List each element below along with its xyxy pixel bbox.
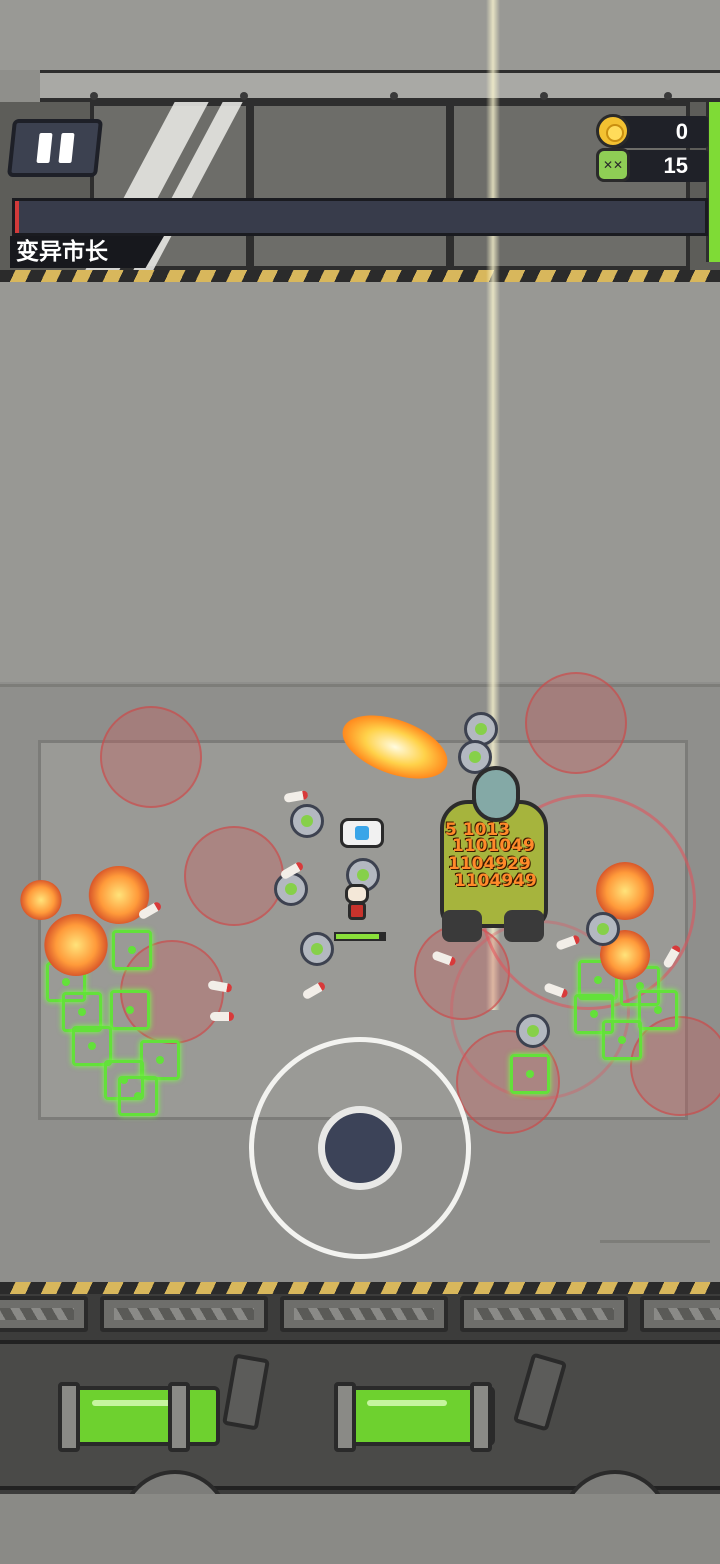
- damage-number: 1101049: [452, 836, 535, 856]
- target-reticle: [602, 1020, 642, 1060]
- bolt: [390, 92, 398, 100]
- bottom-floor: [0, 1494, 720, 1564]
- truss: [280, 1296, 448, 1332]
- boss-health-bar: [12, 198, 708, 236]
- hazard-stripe: [0, 270, 720, 282]
- bolt: [540, 92, 548, 100]
- floor-seam: [600, 1240, 710, 1243]
- player-health-bar: [334, 932, 386, 941]
- target-reticle: [112, 930, 152, 970]
- bolt: [90, 92, 98, 100]
- boss-head: [472, 766, 520, 822]
- companion-drone: [340, 818, 384, 848]
- truss: [640, 1296, 720, 1332]
- explosion: [20, 880, 62, 920]
- tank-cap: [168, 1382, 190, 1452]
- player-body: [348, 902, 366, 920]
- truss: [0, 1296, 88, 1332]
- player-health-fill: [336, 934, 380, 939]
- top-rail: [40, 70, 720, 102]
- joystick-knob[interactable]: [318, 1106, 402, 1190]
- green-pipe: [706, 102, 720, 262]
- coin-count: 0: [675, 119, 688, 144]
- target-reticle: [140, 1040, 180, 1080]
- tank-cap: [334, 1382, 356, 1452]
- player-character: [340, 884, 374, 924]
- player-head: [345, 884, 369, 904]
- tank-cap: [470, 1382, 492, 1452]
- virtual-joystick[interactable]: [249, 1037, 471, 1259]
- target-reticle: [510, 1054, 550, 1094]
- tank-cap: [58, 1382, 80, 1452]
- top-wall: [0, 0, 720, 70]
- coin-icon: [596, 114, 630, 148]
- kill-counter: ✕✕ 15: [596, 148, 708, 182]
- boss-health-fill: [15, 201, 20, 233]
- bolt: [240, 92, 248, 100]
- damage-number: 1104949: [454, 871, 537, 891]
- target-reticle: [118, 1076, 158, 1116]
- boss-leg: [442, 910, 482, 942]
- danger-zone: [525, 672, 627, 774]
- orbit-orb: [274, 872, 308, 906]
- arena-floor-upper: [0, 282, 720, 682]
- pause-icon: [58, 133, 75, 163]
- danger-zone: [184, 826, 284, 926]
- coin-counter: 0: [596, 114, 708, 148]
- pause-button[interactable]: [6, 119, 104, 177]
- orbit-orb: [516, 1014, 550, 1048]
- target-reticle: [110, 990, 150, 1030]
- explosion: [44, 914, 108, 976]
- game-stage: 5 1013 1101049 1104929 1104949 0 ✕✕ 15 变…: [0, 0, 720, 1564]
- window-panel: [250, 102, 450, 270]
- boss-leg: [504, 910, 544, 942]
- danger-zone: [100, 706, 202, 808]
- danger-zone: [630, 1016, 720, 1116]
- pause-icon: [36, 133, 53, 163]
- toxic-tank: [70, 1386, 220, 1446]
- boss-name: 变异市长: [10, 236, 164, 268]
- orbit-orb: [586, 912, 620, 946]
- orbit-orb: [300, 932, 334, 966]
- hazard-stripe: [0, 1282, 720, 1294]
- orbit-orb: [290, 804, 324, 838]
- bolt: [664, 92, 672, 100]
- skull-icon: ✕✕: [596, 148, 630, 182]
- truss: [460, 1296, 628, 1332]
- missile: [210, 1012, 234, 1021]
- kill-count: 15: [663, 153, 688, 178]
- truss: [100, 1296, 268, 1332]
- target-reticle: [638, 990, 678, 1030]
